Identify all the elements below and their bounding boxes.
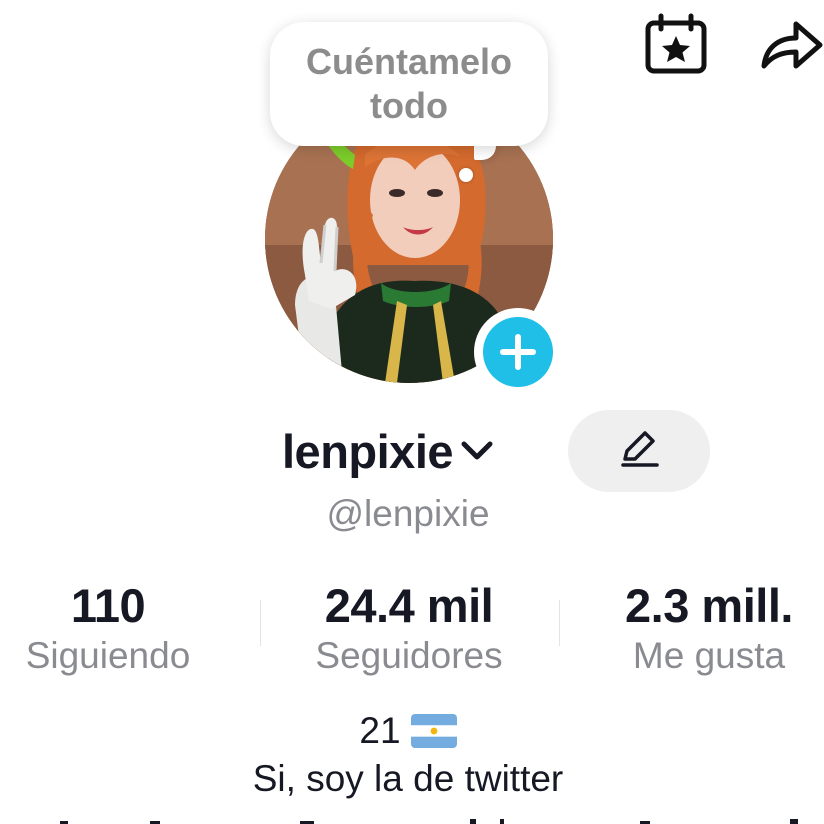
stat-likes[interactable]: 2.3 mill. Me gusta xyxy=(600,578,818,678)
stat-label: Me gusta xyxy=(632,635,786,676)
username-switcher[interactable]: lenpixie xyxy=(282,420,495,482)
share-icon[interactable] xyxy=(758,10,824,78)
bio-line-2: Si, soy la de twitter xyxy=(252,758,564,799)
plus-icon xyxy=(483,317,553,387)
bubble-text-line-2: todo xyxy=(370,85,448,126)
calendar-star-icon[interactable] xyxy=(640,10,712,78)
stat-label: Siguiendo xyxy=(25,635,191,676)
divider xyxy=(260,600,261,646)
pencil-icon xyxy=(617,429,661,474)
bio-line-1: 21 xyxy=(0,710,816,752)
stat-followers[interactable]: 24.4 mil Seguidores xyxy=(300,578,518,678)
bubble-text-line-1: Cuéntamelo xyxy=(305,41,513,82)
argentina-flag xyxy=(410,714,457,748)
bubble-text: Cuéntamelo todo xyxy=(270,40,548,128)
chevron-down-icon xyxy=(459,439,495,468)
add-story-button[interactable] xyxy=(474,308,562,396)
bio-line-3-partial xyxy=(0,812,824,824)
speech-bubble[interactable]: Cuéntamelo todo xyxy=(270,22,548,146)
stat-following[interactable]: 110 Siguiendo xyxy=(8,578,208,678)
divider xyxy=(559,600,560,646)
bio-age: 21 xyxy=(359,710,401,751)
bubble-dot xyxy=(459,168,473,182)
stat-label: Seguidores xyxy=(315,635,503,676)
stat-value: 24.4 mil xyxy=(324,579,494,632)
stat-value: 2.3 mill. xyxy=(625,579,793,632)
stat-value: 110 xyxy=(70,579,146,632)
edit-profile-button[interactable] xyxy=(568,410,710,492)
username: lenpixie xyxy=(282,424,454,478)
user-handle: @lenpixie xyxy=(326,493,490,534)
profile-page: Cuéntamelo todo lenpixie @lenpixie 110 S… xyxy=(0,0,824,824)
